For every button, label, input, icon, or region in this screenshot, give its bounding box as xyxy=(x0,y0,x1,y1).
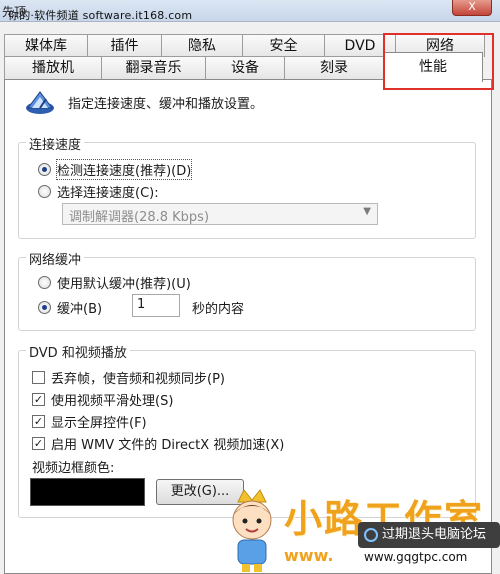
connection-speed-title: 连接速度 xyxy=(26,134,85,153)
video-smoothing-checkbox[interactable]: ✓ xyxy=(32,393,45,406)
tab-security[interactable]: 安全 xyxy=(242,34,325,57)
tab-media-library[interactable]: 媒体库 xyxy=(4,34,88,57)
default-buffer-option[interactable]: 使用默认缓冲(推荐)(U) xyxy=(38,273,191,292)
network-buffering-title: 网络缓冲 xyxy=(26,249,85,268)
performance-icon xyxy=(26,91,54,114)
mascot-logo xyxy=(232,489,272,572)
connection-speed-select[interactable]: 调制解调器(28.8 Kbps) ▼ xyxy=(62,203,378,225)
network-buffering-group xyxy=(18,257,476,331)
detect-speed-radio[interactable] xyxy=(38,163,51,176)
fullscreen-controls-label: 显示全屏控件(F) xyxy=(51,416,147,431)
detect-speed-label: 检测连接速度(推荐)(D) xyxy=(55,159,193,180)
drop-frames-label: 丢弃帧，使音频和视频同步(P) xyxy=(51,372,225,387)
close-button[interactable]: X xyxy=(452,0,492,16)
choose-speed-option[interactable]: 选择连接速度(C): xyxy=(38,182,159,201)
default-buffer-radio[interactable] xyxy=(38,276,51,289)
choose-speed-radio[interactable] xyxy=(38,185,51,198)
tab-player[interactable]: 播放机 xyxy=(4,56,102,79)
tab-privacy[interactable]: 隐私 xyxy=(161,34,243,57)
tab-burn[interactable]: 刻录 xyxy=(284,56,384,79)
custom-buffer-label: 缓冲(B) xyxy=(57,302,103,317)
default-buffer-label: 使用默认缓冲(推荐)(U) xyxy=(57,277,191,292)
watermark-badge: 过期退头电脑论坛 xyxy=(358,522,500,548)
custom-buffer-option[interactable]: 缓冲(B) xyxy=(38,298,102,317)
tab-rip-music[interactable]: 翻录音乐 xyxy=(101,56,206,79)
fullscreen-controls-option[interactable]: ✓ 显示全屏控件(F) xyxy=(32,412,147,431)
border-color-swatch xyxy=(30,478,145,506)
tab-plugins[interactable]: 插件 xyxy=(87,34,162,57)
chevron-down-icon: ▼ xyxy=(363,206,371,217)
choose-speed-label: 选择连接速度(C): xyxy=(57,186,159,201)
watermark-badge-text: 过期退头电脑论坛 xyxy=(382,527,487,542)
watermark-text: 你的·软件频道 software.it168.com xyxy=(8,9,193,22)
buffer-seconds-input[interactable]: 1 xyxy=(132,294,180,317)
directx-accel-checkbox[interactable]: ✓ xyxy=(32,437,45,450)
video-smoothing-option[interactable]: ✓ 使用视频平滑处理(S) xyxy=(32,390,173,409)
connection-speed-value: 调制解调器(28.8 Kbps) xyxy=(69,210,210,225)
tab-devices[interactable]: 设备 xyxy=(205,56,285,79)
intro-text: 指定连接速度、缓冲和播放设置。 xyxy=(68,97,264,112)
custom-buffer-radio[interactable] xyxy=(38,301,51,314)
video-smoothing-label: 使用视频平滑处理(S) xyxy=(51,394,174,409)
tab-performance[interactable]: 性能 xyxy=(383,52,483,82)
drop-frames-option[interactable]: 丢弃帧，使音频和视频同步(P) xyxy=(32,368,225,387)
dvd-video-title: DVD 和视频播放 xyxy=(26,342,130,361)
watermark-site: www.gqgtpc.com xyxy=(364,550,468,564)
detect-speed-option[interactable]: 检测连接速度(推荐)(D) xyxy=(38,159,193,180)
buffer-suffix: 秒的内容 xyxy=(192,302,245,317)
fullscreen-controls-checkbox[interactable]: ✓ xyxy=(32,415,45,428)
border-color-label: 视频边框颜色: xyxy=(32,461,115,476)
directx-accel-label: 启用 WMV 文件的 DirectX 视频加速(X) xyxy=(51,438,285,453)
drop-frames-checkbox[interactable] xyxy=(32,371,45,384)
power-icon xyxy=(364,528,378,542)
directx-accel-option[interactable]: ✓ 启用 WMV 文件的 DirectX 视频加速(X) xyxy=(32,434,284,453)
watermark-www: www. xyxy=(284,546,334,565)
